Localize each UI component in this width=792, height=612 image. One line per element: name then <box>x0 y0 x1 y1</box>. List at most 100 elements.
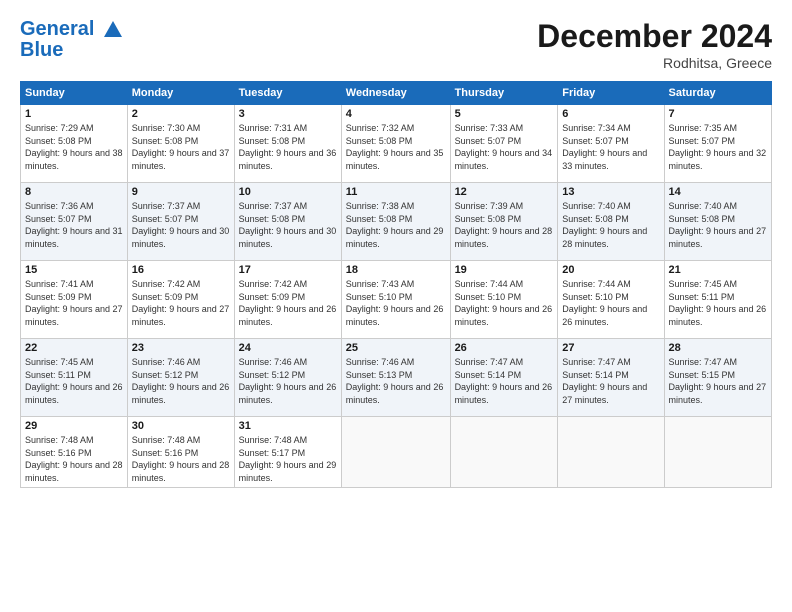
calendar-week-row-4: 22 Sunrise: 7:45 AMSunset: 5:11 PMDayligh… <box>21 339 772 417</box>
calendar-cell <box>558 417 664 488</box>
day-number: 5 <box>455 108 554 120</box>
day-info: Sunrise: 7:47 AMSunset: 5:14 PMDaylight:… <box>455 356 554 406</box>
calendar-cell: 10 Sunrise: 7:37 AMSunset: 5:08 PMDayligh… <box>234 183 341 261</box>
day-info: Sunrise: 7:31 AMSunset: 5:08 PMDaylight:… <box>239 122 337 172</box>
day-number: 21 <box>669 264 767 276</box>
day-info: Sunrise: 7:44 AMSunset: 5:10 PMDaylight:… <box>562 278 659 328</box>
calendar-week-row-5: 29 Sunrise: 7:48 AMSunset: 5:16 PMDayligh… <box>21 417 772 488</box>
day-info: Sunrise: 7:46 AMSunset: 5:12 PMDaylight:… <box>132 356 230 406</box>
day-number: 3 <box>239 108 337 120</box>
day-info: Sunrise: 7:38 AMSunset: 5:08 PMDaylight:… <box>346 200 446 250</box>
calendar-cell: 18 Sunrise: 7:43 AMSunset: 5:10 PMDayligh… <box>341 261 450 339</box>
day-info: Sunrise: 7:44 AMSunset: 5:10 PMDaylight:… <box>455 278 554 328</box>
day-info: Sunrise: 7:39 AMSunset: 5:08 PMDaylight:… <box>455 200 554 250</box>
weekday-header-monday: Monday <box>127 82 234 105</box>
calendar-table: SundayMondayTuesdayWednesdayThursdayFrid… <box>20 81 772 488</box>
day-number: 25 <box>346 342 446 354</box>
calendar-week-row-3: 15 Sunrise: 7:41 AMSunset: 5:09 PMDayligh… <box>21 261 772 339</box>
day-info: Sunrise: 7:29 AMSunset: 5:08 PMDaylight:… <box>25 122 123 172</box>
logo-text: General <box>20 18 124 41</box>
calendar-week-row-1: 1 Sunrise: 7:29 AMSunset: 5:08 PMDaylight… <box>21 105 772 183</box>
day-number: 12 <box>455 186 554 198</box>
weekday-header-sunday: Sunday <box>21 82 128 105</box>
calendar-cell <box>450 417 558 488</box>
day-info: Sunrise: 7:47 AMSunset: 5:15 PMDaylight:… <box>669 356 767 406</box>
day-info: Sunrise: 7:46 AMSunset: 5:13 PMDaylight:… <box>346 356 446 406</box>
day-info: Sunrise: 7:41 AMSunset: 5:09 PMDaylight:… <box>25 278 123 328</box>
day-number: 8 <box>25 186 123 198</box>
calendar-cell: 11 Sunrise: 7:38 AMSunset: 5:08 PMDayligh… <box>341 183 450 261</box>
day-info: Sunrise: 7:32 AMSunset: 5:08 PMDaylight:… <box>346 122 446 172</box>
calendar-cell: 9 Sunrise: 7:37 AMSunset: 5:07 PMDaylight… <box>127 183 234 261</box>
day-number: 29 <box>25 420 123 432</box>
day-number: 15 <box>25 264 123 276</box>
day-number: 7 <box>669 108 767 120</box>
calendar-cell: 20Sunrise: 7:44 AMSunset: 5:10 PMDayligh… <box>558 261 664 339</box>
calendar-cell: 7 Sunrise: 7:35 AMSunset: 5:07 PMDaylight… <box>664 105 771 183</box>
weekday-header-wednesday: Wednesday <box>341 82 450 105</box>
calendar-cell: 6 Sunrise: 7:34 AMSunset: 5:07 PMDaylight… <box>558 105 664 183</box>
calendar-cell: 19 Sunrise: 7:44 AMSunset: 5:10 PMDayligh… <box>450 261 558 339</box>
header: General Blue December 2024 Rodhitsa, Gre… <box>20 18 772 71</box>
day-number: 2 <box>132 108 230 120</box>
day-number: 10 <box>239 186 337 198</box>
calendar-header-row: SundayMondayTuesdayWednesdayThursdayFrid… <box>21 82 772 105</box>
day-info: Sunrise: 7:45 AMSunset: 5:11 PMDaylight:… <box>25 356 123 406</box>
day-info: Sunrise: 7:40 AMSunset: 5:08 PMDaylight:… <box>669 200 767 250</box>
day-number: 11 <box>346 186 446 198</box>
calendar-cell: 4 Sunrise: 7:32 AMSunset: 5:08 PMDaylight… <box>341 105 450 183</box>
day-info: Sunrise: 7:40 AMSunset: 5:08 PMDaylight:… <box>562 200 659 250</box>
page: General Blue December 2024 Rodhitsa, Gre… <box>0 0 792 612</box>
location: Rodhitsa, Greece <box>537 55 772 71</box>
day-info: Sunrise: 7:43 AMSunset: 5:10 PMDaylight:… <box>346 278 446 328</box>
day-info: Sunrise: 7:42 AMSunset: 5:09 PMDaylight:… <box>132 278 230 328</box>
day-info: Sunrise: 7:37 AMSunset: 5:07 PMDaylight:… <box>132 200 230 250</box>
day-number: 4 <box>346 108 446 120</box>
day-number: 1 <box>25 108 123 120</box>
calendar-cell: 24 Sunrise: 7:46 AMSunset: 5:12 PMDayligh… <box>234 339 341 417</box>
day-number: 28 <box>669 342 767 354</box>
calendar-cell: 1 Sunrise: 7:29 AMSunset: 5:08 PMDaylight… <box>21 105 128 183</box>
day-number: 19 <box>455 264 554 276</box>
calendar-cell: 30Sunrise: 7:48 AMSunset: 5:16 PMDayligh… <box>127 417 234 488</box>
weekday-header-thursday: Thursday <box>450 82 558 105</box>
day-number: 26 <box>455 342 554 354</box>
day-info: Sunrise: 7:48 AMSunset: 5:17 PMDaylight:… <box>239 434 337 484</box>
logo-blue: Blue <box>20 39 124 61</box>
calendar-cell: 27Sunrise: 7:47 AMSunset: 5:14 PMDayligh… <box>558 339 664 417</box>
calendar-cell: 14 Sunrise: 7:40 AMSunset: 5:08 PMDayligh… <box>664 183 771 261</box>
day-number: 22 <box>25 342 123 354</box>
day-info: Sunrise: 7:48 AMSunset: 5:16 PMDaylight:… <box>25 434 123 484</box>
day-number: 9 <box>132 186 230 198</box>
day-number: 24 <box>239 342 337 354</box>
calendar-cell: 16Sunrise: 7:42 AMSunset: 5:09 PMDayligh… <box>127 261 234 339</box>
day-info: Sunrise: 7:45 AMSunset: 5:11 PMDaylight:… <box>669 278 767 328</box>
calendar-cell: 15 Sunrise: 7:41 AMSunset: 5:09 PMDayligh… <box>21 261 128 339</box>
calendar-week-row-2: 8 Sunrise: 7:36 AMSunset: 5:07 PMDaylight… <box>21 183 772 261</box>
calendar-cell: 12 Sunrise: 7:39 AMSunset: 5:08 PMDayligh… <box>450 183 558 261</box>
day-number: 14 <box>669 186 767 198</box>
day-info: Sunrise: 7:35 AMSunset: 5:07 PMDaylight:… <box>669 122 767 172</box>
calendar-cell: 28 Sunrise: 7:47 AMSunset: 5:15 PMDayligh… <box>664 339 771 417</box>
month-title: December 2024 <box>537 18 772 55</box>
calendar-cell: 26 Sunrise: 7:47 AMSunset: 5:14 PMDayligh… <box>450 339 558 417</box>
day-info: Sunrise: 7:42 AMSunset: 5:09 PMDaylight:… <box>239 278 337 328</box>
day-number: 17 <box>239 264 337 276</box>
day-number: 31 <box>239 420 337 432</box>
day-number: 13 <box>562 186 659 198</box>
weekday-header-tuesday: Tuesday <box>234 82 341 105</box>
calendar-cell: 13 Sunrise: 7:40 AMSunset: 5:08 PMDayligh… <box>558 183 664 261</box>
day-number: 23 <box>132 342 230 354</box>
day-info: Sunrise: 7:48 AMSunset: 5:16 PMDaylight:… <box>132 434 230 484</box>
day-info: Sunrise: 7:46 AMSunset: 5:12 PMDaylight:… <box>239 356 337 406</box>
day-number: 6 <box>562 108 659 120</box>
logo-general: General <box>20 18 94 40</box>
day-info: Sunrise: 7:33 AMSunset: 5:07 PMDaylight:… <box>455 122 554 172</box>
calendar-cell: 2Sunrise: 7:30 AMSunset: 5:08 PMDaylight… <box>127 105 234 183</box>
day-info: Sunrise: 7:36 AMSunset: 5:07 PMDaylight:… <box>25 200 123 250</box>
calendar-cell: 31 Sunrise: 7:48 AMSunset: 5:17 PMDayligh… <box>234 417 341 488</box>
day-number: 18 <box>346 264 446 276</box>
day-number: 27 <box>562 342 659 354</box>
day-info: Sunrise: 7:34 AMSunset: 5:07 PMDaylight:… <box>562 122 659 172</box>
day-info: Sunrise: 7:37 AMSunset: 5:08 PMDaylight:… <box>239 200 337 250</box>
